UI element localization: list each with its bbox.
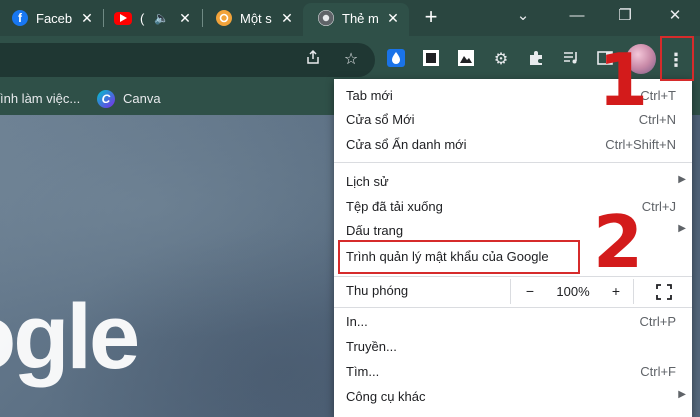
menu-divider — [334, 162, 692, 163]
minimize-button[interactable]: — — [562, 5, 592, 27]
new-tab-button[interactable]: + — [420, 5, 442, 31]
extension-drop-icon[interactable] — [385, 49, 407, 71]
tab-search-chevron-icon[interactable]: ⌄ — [508, 5, 538, 27]
menu-item-print[interactable]: In... Ctrl+P — [334, 310, 692, 335]
browser-toolbar: ☆ ⚙ ⋮ — [0, 36, 700, 83]
bookmark-label: Canva — [123, 91, 161, 106]
google-logo: ogle — [0, 286, 140, 388]
tab-label: Thẻ m — [342, 10, 379, 26]
highlight-password-manager — [338, 240, 580, 274]
menu-item-incognito-window[interactable]: Cửa sổ Ẩn danh mới Ctrl+Shift+N — [334, 133, 692, 158]
chrome-icon — [318, 10, 334, 26]
address-bar[interactable]: ☆ — [0, 43, 375, 77]
close-tab-icon[interactable]: ✕ — [278, 9, 296, 27]
window-close-button[interactable]: ✕ — [660, 5, 690, 27]
extensions-puzzle-icon[interactable] — [525, 49, 547, 71]
tab-divider — [103, 9, 104, 27]
close-tab-icon[interactable]: ✕ — [176, 9, 194, 27]
zoom-level: 100% — [556, 284, 590, 299]
tab-youtube[interactable]: ( 🔈 ✕ — [114, 5, 194, 31]
menu-item-history[interactable]: Lịch sử ▶ — [334, 170, 692, 195]
tab-divider — [202, 9, 203, 27]
zoom-out-button[interactable]: − — [511, 279, 549, 304]
close-tab-icon[interactable]: ✕ — [78, 9, 96, 27]
facebook-icon: f — [12, 10, 28, 26]
step-number-2: 2 — [593, 200, 644, 284]
submenu-arrow-icon: ▶ — [678, 389, 686, 400]
extension-square-icon[interactable] — [420, 49, 442, 71]
submenu-arrow-icon: ▶ — [678, 223, 686, 234]
bookmark-star-icon[interactable]: ☆ — [340, 49, 362, 71]
highlight-menu-button — [660, 36, 694, 81]
youtube-icon — [114, 11, 132, 25]
bookmark-canva[interactable]: C Canva — [97, 90, 161, 108]
extension-gear-icon[interactable]: ⚙ — [490, 49, 512, 71]
media-playlist-icon[interactable] — [560, 49, 582, 71]
tab-label: Một s — [240, 10, 272, 26]
tab-chrome-settings[interactable]: Thẻ m ✕ — [318, 5, 402, 31]
speaker-icon[interactable]: 🔈 — [154, 11, 169, 25]
submenu-arrow-icon: ▶ — [678, 174, 686, 185]
tab-facebook[interactable]: f Faceb ✕ — [12, 5, 96, 31]
tab-label: ( — [140, 10, 145, 26]
menu-item-more-tools[interactable]: Công cụ khác ▶ — [334, 385, 692, 410]
bookmark-workspace[interactable]: ình làm việc... — [0, 90, 80, 108]
close-tab-icon[interactable]: ✕ — [384, 9, 402, 27]
fullscreen-icon[interactable] — [652, 279, 676, 304]
step-number-1: 1 — [598, 38, 649, 122]
share-icon[interactable] — [302, 49, 324, 71]
tab-article[interactable]: Một s ✕ — [216, 5, 296, 31]
site-icon — [216, 10, 232, 26]
extension-image-icon[interactable] — [455, 49, 477, 71]
menu-item-find[interactable]: Tìm... Ctrl+F — [334, 360, 692, 385]
tab-strip: f Faceb ✕ ( 🔈 ✕ Một s ✕ Thẻ m ✕ + ⌄ — ❐ … — [0, 0, 700, 36]
menu-item-cast[interactable]: Truyền... — [334, 335, 692, 360]
menu-divider — [334, 307, 692, 308]
canva-icon: C — [97, 90, 115, 108]
tab-label: Faceb — [36, 10, 73, 26]
restore-button[interactable]: ❐ — [610, 5, 640, 27]
bookmark-label: ình làm việc... — [0, 91, 81, 106]
